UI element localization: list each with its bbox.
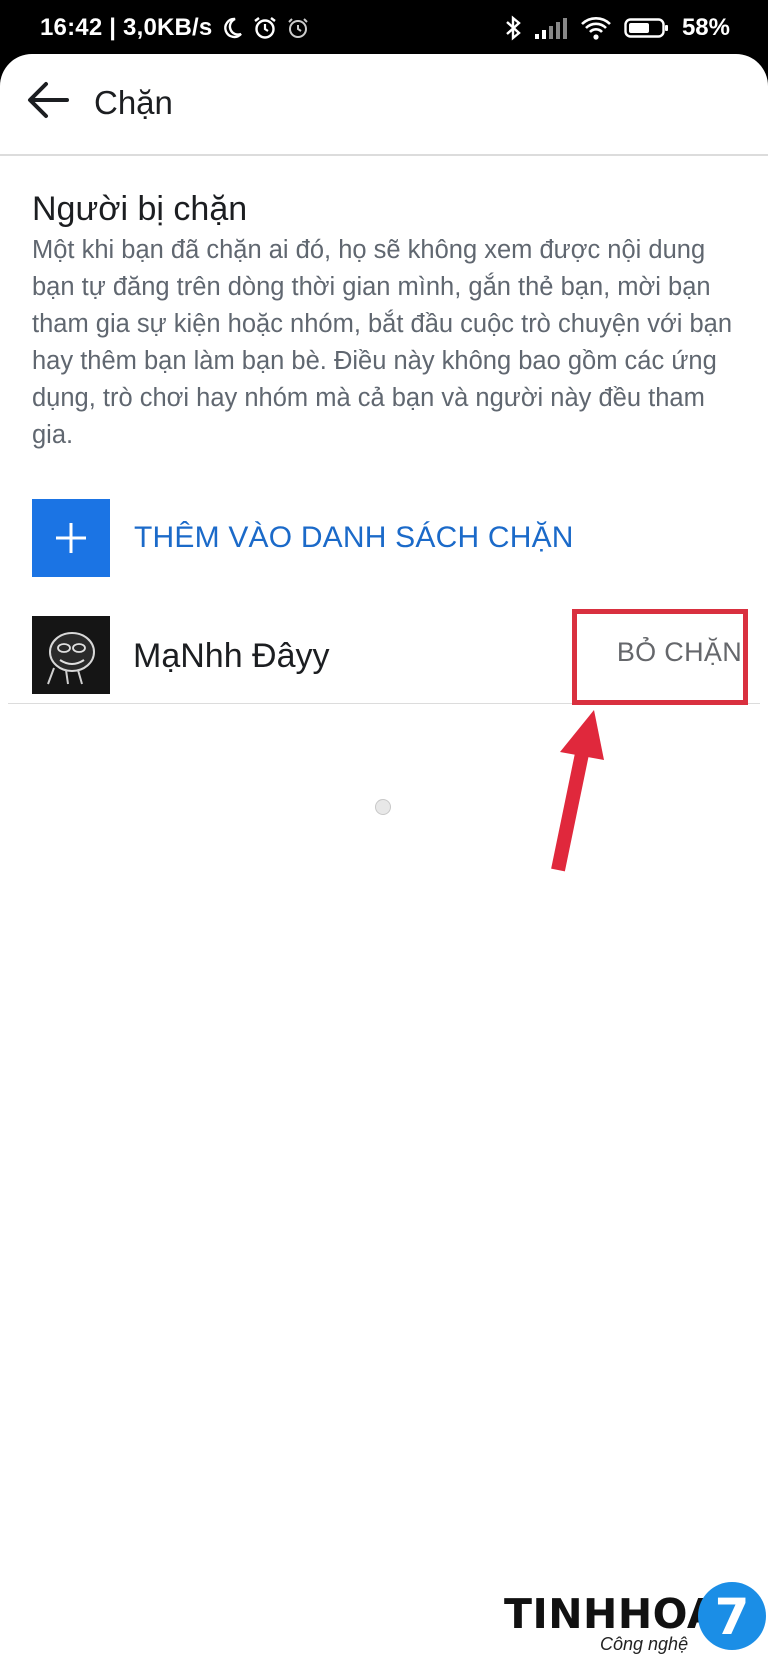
- page-title: Chặn: [94, 84, 173, 121]
- add-to-block-list-label: THÊM VÀO DANH SÁCH CHẶN: [134, 521, 574, 554]
- alarm-icon: [252, 15, 278, 41]
- plus-icon: [32, 499, 110, 577]
- battery-percent: 58%: [681, 14, 730, 41]
- add-to-block-list-button[interactable]: THÊM VÀO DANH SÁCH CHẶN: [32, 499, 744, 577]
- watermark-brand: TINHHOA: [504, 1590, 720, 1638]
- wifi-icon: [580, 15, 612, 41]
- bluetooth-icon: [504, 14, 522, 42]
- watermark-tagline: Công nghệ: [600, 1634, 689, 1654]
- avatar: [32, 616, 110, 694]
- watermark-logo: TINHHOA Công nghệ 7: [500, 1580, 768, 1664]
- app-bar: Chặn: [0, 54, 768, 156]
- battery-icon: [624, 16, 670, 40]
- back-button[interactable]: [22, 76, 74, 128]
- clock-icon: [286, 16, 310, 40]
- section-title: Người bị chặn: [32, 190, 248, 228]
- moon-icon: [220, 16, 244, 40]
- status-bar-left: 16:42 | 3,0KB/s: [40, 14, 310, 42]
- watermark-badge-number: 7: [715, 1588, 750, 1646]
- loading-spinner: [375, 799, 391, 815]
- signal-icon: [534, 16, 568, 40]
- annotation-arrow-icon: [548, 710, 608, 880]
- status-bar-right: 58%: [504, 14, 730, 42]
- section-description: Một khi bạn đã chặn ai đó, họ sẽ không x…: [32, 236, 733, 449]
- watermark-badge-icon: 7: [696, 1580, 768, 1657]
- status-bar: 16:42 | 3,0KB/s 58%: [0, 0, 768, 62]
- arrow-left-icon: [27, 81, 69, 124]
- highlight-box: [572, 609, 748, 705]
- blocking-screen: Chặn Người bị chặn Một khi bạn đã chặn a…: [0, 54, 768, 1664]
- blocked-user-name: MạNhh Đâyy: [133, 637, 330, 675]
- status-time-speed: 16:42 | 3,0KB/s: [40, 14, 213, 41]
